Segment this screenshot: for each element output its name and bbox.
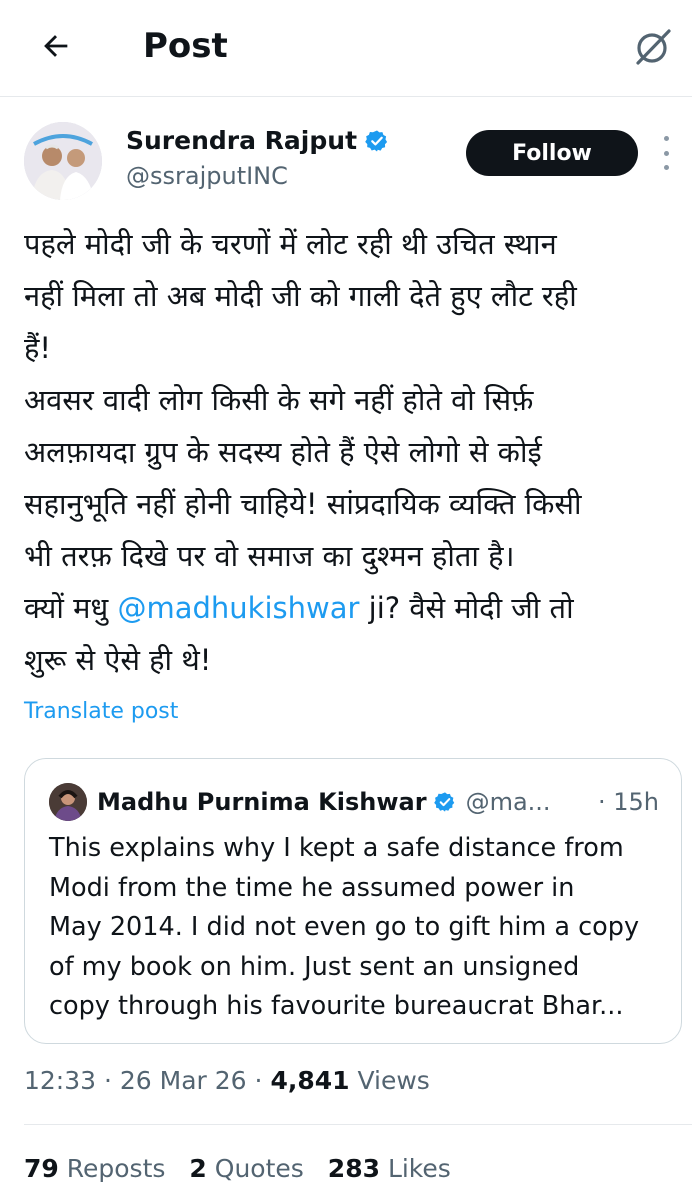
arrow-left-icon xyxy=(44,35,68,57)
post-text-line: भी तरफ़ दिखे पर वो समाज का दुश्मन होता ह… xyxy=(24,539,515,573)
views-count: 4,841 xyxy=(270,1066,350,1095)
quoted-text-line: Modi from the time he assumed power in xyxy=(49,872,575,903)
post-text-line: अवसर वादी लोग किसी के सगे नहीं होते वो स… xyxy=(24,383,534,417)
grok-icon xyxy=(636,29,671,65)
post-meta: 12:33 · 26 Mar 26 · 4,841 Views xyxy=(24,1064,430,1098)
likes-count: 283 xyxy=(327,1154,380,1183)
post-text-line: सहानुभूति नहीं होनी चाहिये! सांप्रदायिक … xyxy=(24,487,582,521)
quoted-text-line: May 2014. I did not even go to gift him … xyxy=(49,912,640,942)
top-bar: Post xyxy=(0,0,692,97)
mention-suffix: ji? वैसे मोदी जी तो xyxy=(359,591,574,625)
quoted-author-name: Madhu Purnima Kishwar xyxy=(97,788,427,816)
post-text-line: अलफ़ायदा ग्रुप के सदस्य होते हैं ऐसे लोग… xyxy=(24,435,542,469)
avatar[interactable] xyxy=(24,122,102,200)
avatar-photo xyxy=(24,122,102,200)
post-text-line: हैं! xyxy=(24,331,52,365)
page-title: Post xyxy=(143,26,228,66)
author-name[interactable]: Surendra Rajput xyxy=(126,124,357,158)
quoted-text-line: of my book on him. Just sent an unsigned xyxy=(49,951,580,982)
post-text-line-mention: क्यों मधु @madhukishwar ji? वैसे मोदी जी… xyxy=(24,582,676,634)
engagement-stats: 79 Reposts 2 Quotes 283 Likes xyxy=(24,1152,475,1186)
author-name-row: Surendra Rajput xyxy=(126,124,389,158)
likes-label: Likes xyxy=(387,1154,451,1183)
grok-button[interactable] xyxy=(628,22,678,72)
likes-stat[interactable]: 283 Likes xyxy=(328,1152,451,1186)
post-text: पहले मोदी जी के चरणों में लोट रही थी उचि… xyxy=(24,218,676,686)
quoted-header: Madhu Purnima Kishwar @ma... xyxy=(97,784,551,820)
mention-prefix: क्यों मधु xyxy=(24,591,118,625)
views-label: Views xyxy=(357,1066,430,1095)
quoted-author-handle: @ma... xyxy=(465,788,551,816)
reposts-count: 79 xyxy=(24,1154,59,1183)
quotes-stat[interactable]: 2 Quotes xyxy=(189,1152,303,1186)
more-options-icon[interactable] xyxy=(656,136,676,170)
translate-post-link[interactable]: Translate post xyxy=(24,696,178,728)
post-text-line: पहले मोदी जी के चरणों में लोट रही थी उचि… xyxy=(24,227,557,261)
reposts-label: Reposts xyxy=(66,1154,166,1183)
quotes-label: Quotes xyxy=(214,1154,304,1183)
follow-button[interactable]: Follow xyxy=(466,130,638,176)
reposts-stat[interactable]: 79 Reposts xyxy=(24,1152,165,1186)
quoted-post[interactable]: Madhu Purnima Kishwar @ma... · 15h This … xyxy=(24,758,682,1044)
post-date: 26 Mar 26 xyxy=(119,1066,247,1095)
meta-separator: · xyxy=(254,1066,271,1095)
verified-badge-icon xyxy=(365,129,389,153)
quoted-text: This explains why I kept a safe distance… xyxy=(49,829,669,1027)
author-handle[interactable]: @ssrajputINC xyxy=(126,160,288,192)
quoted-avatar xyxy=(49,783,87,821)
quotes-count: 2 xyxy=(189,1154,207,1183)
quoted-text-line: copy through his favourite bureaucrat Bh… xyxy=(49,991,624,1021)
post-text-line: शुरू से ऐसे ही थे! xyxy=(24,643,212,677)
quoted-text-line: This explains why I kept a safe distance… xyxy=(49,833,624,863)
mention-link[interactable]: @madhukishwar xyxy=(117,591,359,625)
post-time: 12:33 xyxy=(24,1066,97,1095)
divider xyxy=(24,1124,692,1125)
quoted-timestamp: · 15h xyxy=(597,788,659,816)
verified-badge-icon xyxy=(433,791,456,813)
meta-separator: · xyxy=(104,1066,120,1095)
back-button[interactable] xyxy=(34,24,78,68)
post-text-line: नहीं मिला तो अब मोदी जी को गाली देते हुए… xyxy=(24,279,577,313)
